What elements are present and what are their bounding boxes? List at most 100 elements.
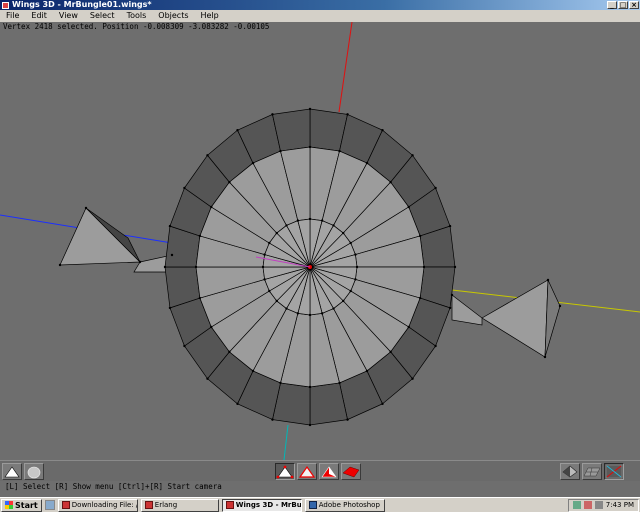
mesh-vertex[interactable] (183, 344, 186, 348)
vertex-select-button[interactable] (275, 463, 295, 480)
mesh-vertex[interactable] (407, 325, 410, 329)
mesh-vertex[interactable] (308, 313, 312, 317)
mesh-vertex[interactable] (381, 128, 384, 132)
mesh-vertex[interactable] (411, 154, 414, 157)
mesh-vertex[interactable] (389, 180, 392, 184)
mesh-vertex[interactable] (198, 234, 202, 238)
mesh-vertex[interactable] (263, 253, 266, 256)
mesh-vertex[interactable] (271, 418, 274, 421)
mesh-vertex[interactable] (168, 306, 172, 310)
mesh-vertex[interactable] (279, 381, 282, 385)
mesh-vertex[interactable] (422, 265, 426, 269)
task-erlang[interactable]: Erlang (140, 498, 219, 512)
mesh-vertex[interactable] (285, 224, 288, 227)
mesh-vertex[interactable] (434, 186, 437, 190)
mesh-vertex[interactable] (418, 296, 422, 300)
mesh-vertex[interactable] (453, 265, 457, 269)
mesh-vertex[interactable] (275, 231, 278, 235)
mesh-vertex[interactable] (448, 306, 452, 310)
mesh-vertex[interactable] (320, 219, 324, 222)
smooth-mode-button[interactable] (24, 463, 44, 480)
mesh-vertex[interactable] (198, 296, 202, 300)
task-downloading[interactable]: Downloading File: /wings/... (57, 498, 138, 512)
mesh-vertex[interactable] (236, 402, 239, 406)
mesh-vertex[interactable] (349, 289, 352, 293)
menu-tools[interactable]: Tools (121, 10, 153, 22)
axes-toggle-button[interactable] (604, 463, 624, 480)
mesh-vertex[interactable] (342, 299, 345, 303)
mesh-vertex[interactable] (389, 350, 392, 354)
mesh-vertex[interactable] (58, 263, 62, 267)
mesh-vertex[interactable] (251, 161, 255, 165)
mesh-vertex[interactable] (411, 377, 414, 380)
tray-volume-icon[interactable] (594, 501, 603, 509)
mesh-vertex[interactable] (332, 224, 335, 227)
mesh-vertex[interactable] (558, 304, 562, 308)
mesh-vertex[interactable] (271, 113, 274, 116)
mesh-vertex[interactable] (320, 312, 324, 315)
mesh-vertex[interactable] (168, 224, 172, 228)
mesh-vertex[interactable] (279, 149, 282, 153)
mesh-vertex[interactable] (349, 241, 352, 245)
mesh-vertex[interactable] (308, 107, 312, 111)
mesh-vertex[interactable] (261, 265, 265, 269)
mesh-vertex[interactable] (268, 241, 271, 245)
mesh-vertex[interactable] (407, 205, 410, 209)
mesh-vertex[interactable] (308, 385, 312, 389)
mesh-vertex[interactable] (308, 145, 312, 149)
right-cone-face[interactable] (481, 279, 549, 358)
mesh-vertex[interactable] (170, 253, 174, 257)
mesh-vertex[interactable] (342, 231, 345, 235)
mesh-vertex[interactable] (346, 113, 349, 116)
mesh-vertex[interactable] (228, 180, 231, 184)
mesh-vertex[interactable] (546, 278, 550, 282)
mesh-vertex[interactable] (308, 217, 312, 221)
close-button[interactable]: × (629, 1, 639, 9)
shade-toggle-button[interactable] (560, 463, 580, 480)
tray-network-icon[interactable] (572, 501, 581, 509)
mesh-vertex[interactable] (194, 265, 198, 269)
mesh-vertex[interactable] (346, 418, 349, 421)
task-wings3d[interactable]: Wings 3D - MrBungle0... (221, 498, 302, 512)
mesh-vertex[interactable] (308, 423, 312, 427)
mesh-vertex[interactable] (210, 325, 213, 329)
mesh-vertex[interactable] (236, 128, 239, 132)
mesh-vertex[interactable] (418, 234, 422, 238)
start-button[interactable]: Start (1, 498, 42, 512)
menu-help[interactable]: Help (195, 10, 225, 22)
menu-objects[interactable]: Objects (152, 10, 194, 22)
mesh-vertex[interactable] (228, 350, 231, 354)
mesh-vertex[interactable] (210, 205, 213, 209)
face-select-button[interactable] (319, 463, 339, 480)
menu-file[interactable]: File (0, 10, 25, 22)
mesh-vertex[interactable] (268, 289, 271, 293)
mesh-vertex[interactable] (206, 154, 209, 157)
mesh-vertex[interactable] (365, 369, 369, 373)
mesh-vertex[interactable] (450, 293, 454, 297)
mesh-vertex[interactable] (355, 265, 359, 269)
mesh-vertex[interactable] (354, 278, 357, 281)
mesh-vertex[interactable] (84, 206, 88, 210)
body-select-button[interactable] (341, 463, 361, 480)
mesh-vertex[interactable] (183, 186, 186, 190)
edge-select-button[interactable] (297, 463, 317, 480)
view-mode-button[interactable] (2, 463, 22, 480)
mesh-vertex[interactable] (381, 402, 384, 406)
menu-view[interactable]: View (53, 10, 84, 22)
mesh-vertex[interactable] (354, 253, 357, 256)
task-photoshop[interactable]: Adobe Photoshop (304, 498, 385, 512)
mesh-vertex[interactable] (251, 369, 255, 373)
mesh-vertex[interactable] (263, 278, 266, 281)
maximize-button[interactable]: □ (618, 1, 628, 9)
tray-app-icon[interactable] (583, 501, 592, 509)
mesh-vertex[interactable] (448, 224, 452, 228)
mesh-vertex[interactable] (275, 299, 278, 303)
mesh-vertex[interactable] (543, 355, 547, 359)
right-arm-face[interactable] (451, 294, 483, 326)
menu-edit[interactable]: Edit (25, 10, 53, 22)
mesh-vertex[interactable] (296, 219, 300, 222)
mesh-vertex[interactable] (138, 260, 142, 264)
mesh-vertex[interactable] (285, 307, 288, 310)
mesh-vertex[interactable] (332, 307, 335, 310)
quicklaunch-desktop-icon[interactable] (44, 500, 55, 510)
